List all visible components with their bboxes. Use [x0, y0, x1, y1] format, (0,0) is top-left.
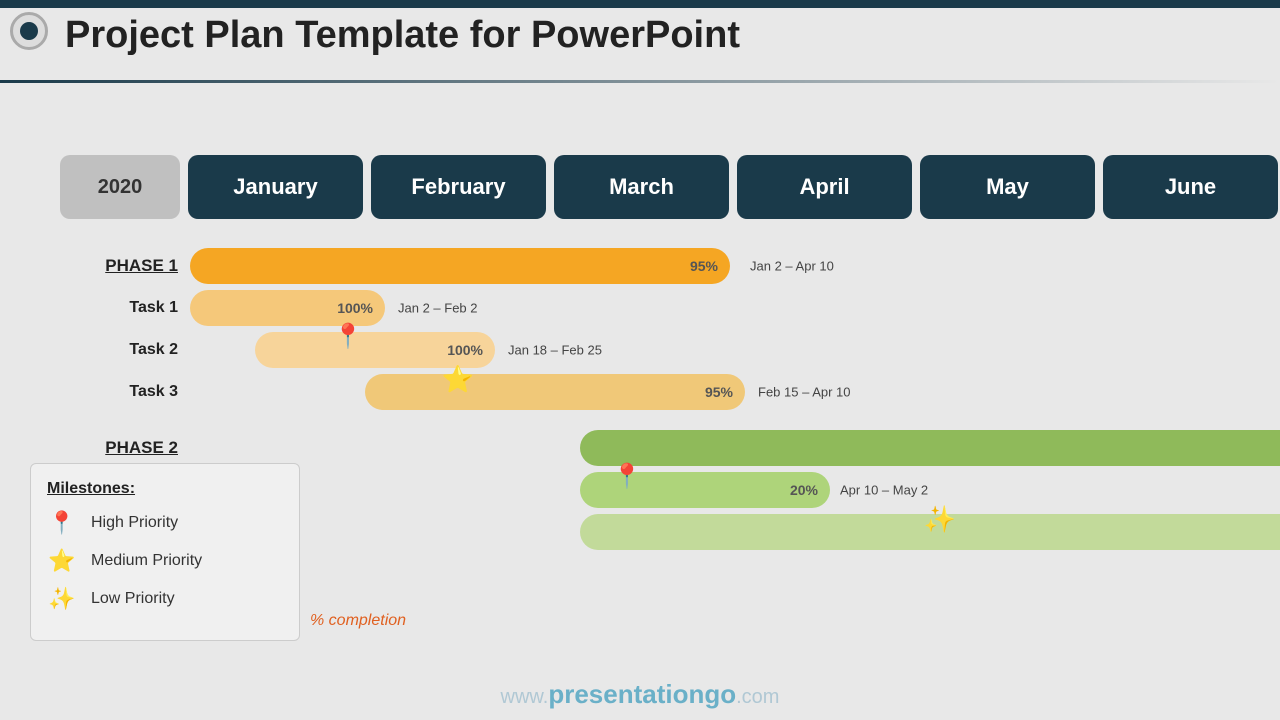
phase1-task3-bar: 95%	[365, 374, 745, 410]
phase1-task3-row: Task 3 ⭐ 95% Feb 15 – Apr 10	[60, 374, 1260, 410]
milestone-medium-priority-icon: ⭐	[442, 364, 474, 395]
year-box: 2020	[60, 155, 180, 219]
legend-item-medium: ⭐ Medium Priority	[47, 548, 279, 574]
phase2-label: PHASE 2	[60, 438, 190, 458]
phase1-task1-row: Task 1 100% Jan 2 – Feb 2	[60, 290, 1260, 326]
legend-low-priority-label: Low Priority	[91, 590, 175, 608]
phase1-bar: 95%	[190, 248, 730, 284]
phase2-task1-pct: 20%	[790, 482, 818, 498]
pct-completion-label: % completion	[310, 612, 406, 630]
phase2-task2-bar-container: ✨ 5% Jul 20 – Jun 10	[190, 514, 1260, 550]
phase1-dates: Jan 2 – Apr 10	[750, 259, 834, 274]
milestone-high-priority-icon: 📍	[333, 322, 363, 351]
month-apr: April	[737, 155, 912, 219]
legend-box: Milestones: 📍 High Priority ⭐ Medium Pri…	[30, 463, 300, 641]
logo-area	[10, 12, 48, 50]
phase2-task1-dates: Apr 10 – May 2	[840, 483, 928, 498]
month-jun: June	[1103, 155, 1278, 219]
phase1-pct: 95%	[690, 258, 718, 274]
month-may: May	[920, 155, 1095, 219]
phase1-task3-label: Task 3	[60, 383, 190, 401]
legend-medium-priority-label: Medium Priority	[91, 552, 202, 570]
month-header-row: 2020 January February March April May Ju…	[60, 155, 1280, 219]
phase1-bar-container: 95% Jan 2 – Apr 10	[190, 248, 1260, 284]
phase1-task1-label: Task 1	[60, 299, 190, 317]
legend-item-low: ✨ Low Priority	[47, 586, 279, 612]
legend-title: Milestones:	[47, 480, 279, 498]
phase1-task3-pct: 95%	[705, 384, 733, 400]
logo-circle	[10, 12, 48, 50]
phase2-bar: 5%	[580, 430, 1280, 466]
phase1-task2-dates: Jan 18 – Feb 25	[508, 343, 602, 358]
phase2-bar-container: 5% Apr 10 – Jun 10	[190, 430, 1260, 466]
legend-low-priority-icon: ✨	[47, 586, 77, 612]
logo-inner	[20, 22, 38, 40]
month-feb: February	[371, 155, 546, 219]
footer-www: www.	[501, 686, 549, 708]
phase1-task2-row: Task 2 📍 100% Jan 18 – Feb 25	[60, 332, 1260, 368]
phase1-task1-bar: 100%	[190, 290, 385, 326]
phase1-task3-bar-container: ⭐ 95% Feb 15 – Apr 10	[190, 374, 1260, 410]
phase1-row: PHASE 1 95% Jan 2 – Apr 10	[60, 248, 1260, 284]
legend-item-high: 📍 High Priority	[47, 510, 279, 536]
phase1-task1-dates: Jan 2 – Feb 2	[398, 301, 478, 316]
phase1-task3-dates: Feb 15 – Apr 10	[758, 385, 851, 400]
phase1-task2-bar: 100%	[255, 332, 495, 368]
milestone-low-priority-icon: ✨	[924, 504, 956, 535]
legend-medium-priority-icon: ⭐	[47, 548, 77, 574]
footer: www.presentationgo.com	[0, 679, 1280, 710]
legend-high-priority-icon: 📍	[47, 510, 77, 536]
footer-suffix: .com	[736, 686, 779, 708]
phase1-task2-bar-container: 📍 100% Jan 18 – Feb 25	[190, 332, 1260, 368]
phase1-task1-bar-container: 100% Jan 2 – Feb 2	[190, 290, 1260, 326]
month-jan: January	[188, 155, 363, 219]
month-mar: March	[554, 155, 729, 219]
top-bar	[0, 0, 1280, 8]
title-divider	[0, 80, 1280, 83]
phase2-task1-bar-container: 📍 20% Apr 10 – May 2	[190, 472, 1260, 508]
phase1-label: PHASE 1	[60, 256, 190, 276]
milestone-high-priority-2-icon: 📍	[612, 462, 642, 491]
phase1-task2-label: Task 2	[60, 341, 190, 359]
page-title: Project Plan Template for PowerPoint	[65, 14, 740, 57]
phase1-task2-pct: 100%	[447, 342, 483, 358]
footer-main: presentationgo	[548, 679, 736, 709]
legend-high-priority-label: High Priority	[91, 514, 178, 532]
phase2-row: PHASE 2 5% Apr 10 – Jun 10	[60, 430, 1260, 466]
phase1-task1-pct: 100%	[337, 300, 373, 316]
